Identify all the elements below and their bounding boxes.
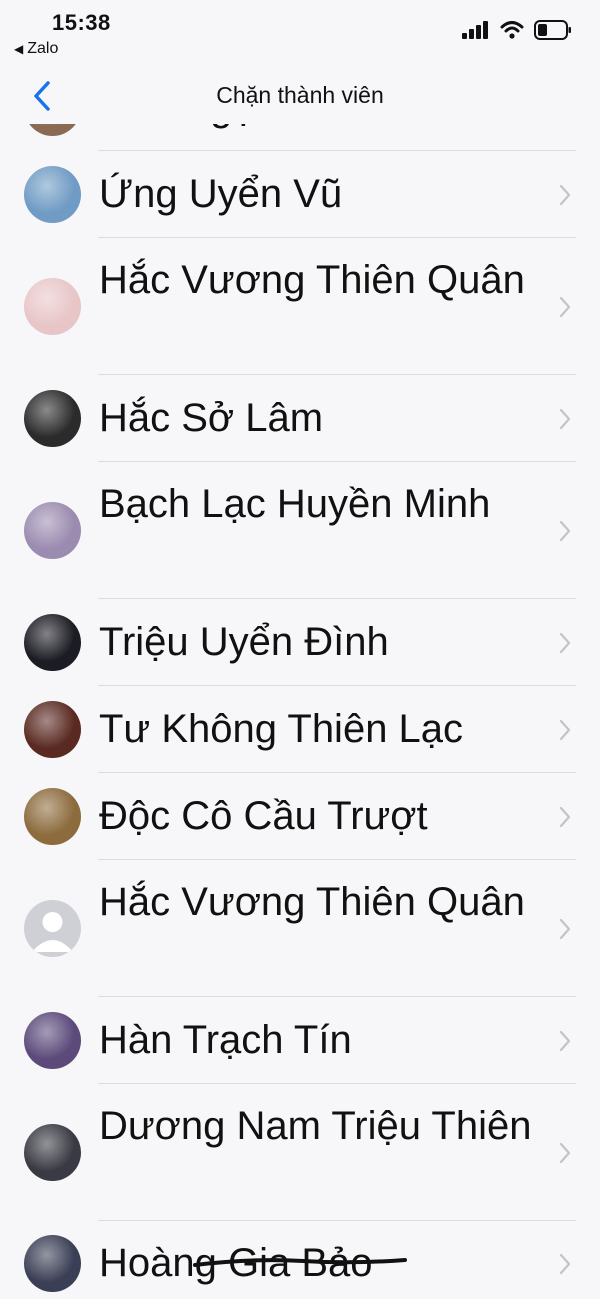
status-time: 15:38 — [52, 10, 111, 35]
status-bar: 15:38 ◀ Zalo — [0, 0, 600, 70]
avatar — [24, 1124, 81, 1181]
avatar — [24, 701, 81, 758]
member-row[interactable]: Hàn Trạch Tín — [0, 997, 600, 1084]
back-to-app-link[interactable]: ◀ Zalo — [14, 40, 58, 58]
member-row[interactable]: Bạch Lạc Huyền Minh — [0, 462, 600, 599]
chevron-right-icon — [559, 719, 571, 741]
chevron-right-icon — [559, 520, 571, 542]
wifi-icon — [500, 21, 524, 39]
signal-icon — [462, 21, 488, 39]
member-name: Độc Cô Cầu Trượt — [99, 794, 428, 838]
member-name: Phó Ngọc Linh — [99, 124, 540, 134]
member-row[interactable]: Độc Cô Cầu Trượt — [0, 773, 600, 860]
member-name: Hắc Vương Thiên Quân — [99, 880, 525, 924]
member-name: Hắc Sở Lâm — [99, 396, 324, 440]
chevron-right-icon — [559, 296, 571, 318]
member-row[interactable]: Hắc Sở Lâm — [0, 375, 600, 462]
avatar — [24, 788, 81, 845]
chevron-right-icon — [559, 1253, 571, 1275]
member-name: Dương Nam Triệu Thiên — [99, 1104, 532, 1148]
member-name: Bạch Lạc Huyền Minh — [99, 482, 491, 526]
chevron-right-icon — [559, 918, 571, 940]
navigation-bar: Chặn thành viên — [0, 70, 600, 124]
member-name: Hàn Trạch Tín — [99, 1018, 352, 1062]
chevron-right-icon — [559, 408, 571, 430]
back-app-label: Zalo — [27, 40, 59, 57]
member-row[interactable]: Hắc Vương Thiên Quân — [0, 238, 600, 375]
chevron-right-icon — [559, 1142, 571, 1164]
avatar — [24, 166, 81, 223]
member-row[interactable]: Dương Nam Triệu Thiên — [0, 1084, 600, 1221]
strikethrough-scribble — [193, 1258, 407, 1267]
avatar — [24, 390, 81, 447]
member-name: Ứng Uyển Vũ — [99, 172, 343, 216]
avatar — [24, 1012, 81, 1069]
chevron-right-icon — [559, 632, 571, 654]
member-name: Hắc Vương Thiên Quân — [99, 258, 525, 302]
member-list[interactable]: Phó Ngọc Linh Ứng Uyển Vũ Hắc Vương Thiê… — [0, 124, 600, 1299]
page-title: Chặn thành viên — [216, 82, 384, 108]
member-row[interactable]: Phó Ngọc Linh — [0, 124, 600, 151]
status-icons — [462, 20, 572, 40]
member-row[interactable]: Triệu Uyển Đình — [0, 599, 600, 686]
avatar — [24, 124, 81, 136]
member-row[interactable]: Hắc Vương Thiên Quân — [0, 860, 600, 997]
back-triangle-icon: ◀ — [14, 42, 24, 56]
member-list-inner: Phó Ngọc Linh Ứng Uyển Vũ Hắc Vương Thiê… — [0, 124, 600, 1299]
chevron-right-icon — [559, 806, 571, 828]
member-name: Tư Không Thiên Lạc — [99, 707, 464, 751]
member-row[interactable]: Hoàng Gia Bảo — [0, 1221, 600, 1299]
member-row[interactable]: Tư Không Thiên Lạc — [0, 686, 600, 773]
avatar — [24, 502, 81, 559]
avatar — [24, 614, 81, 671]
member-name: Triệu Uyển Đình — [99, 620, 389, 664]
chevron-right-icon — [559, 184, 571, 206]
chevron-right-icon — [559, 1030, 571, 1052]
avatar — [24, 900, 81, 957]
avatar — [24, 1235, 81, 1292]
battery-icon — [534, 20, 571, 40]
avatar — [24, 278, 81, 335]
member-row[interactable]: Ứng Uyển Vũ — [0, 151, 600, 238]
